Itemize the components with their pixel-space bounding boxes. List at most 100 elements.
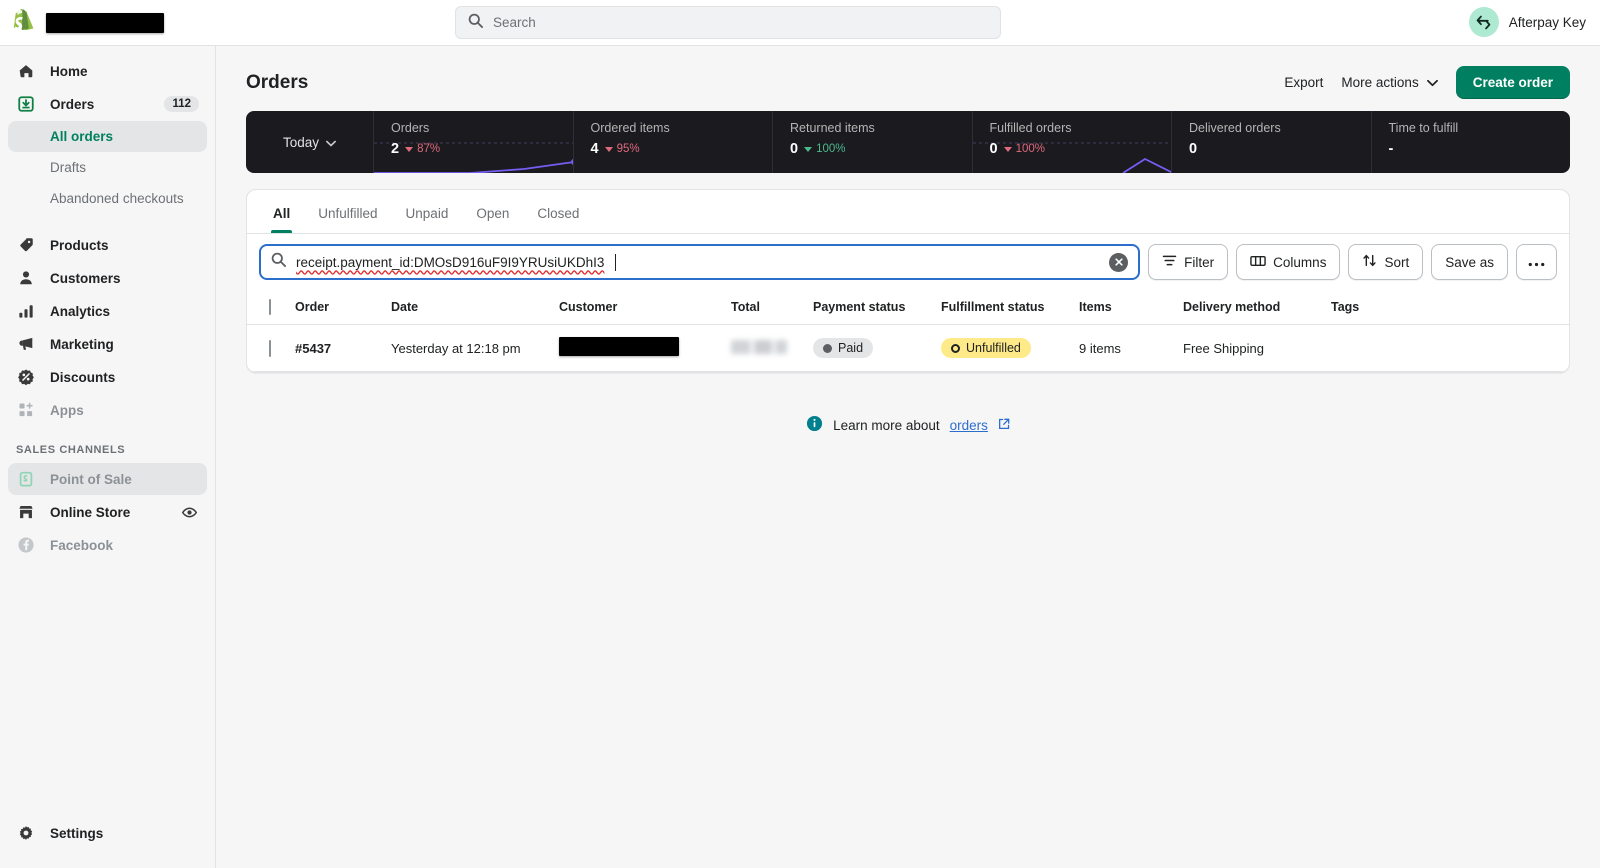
more-actions-label: More actions [1341,75,1418,90]
triangle-down-icon [605,147,613,152]
orders-table-head: Order Date Customer Total Payment status… [247,290,1569,325]
pos-icon [16,469,36,489]
eye-icon[interactable] [179,502,199,522]
learn-more-prefix: Learn more about [833,418,940,433]
sidebar-item-label: Facebook [50,538,113,553]
main-content: Orders Export More actions Create order … [216,46,1600,868]
sidebar-item-label: Home [50,64,88,79]
clear-search-icon[interactable] [1109,253,1128,272]
facebook-icon [16,535,36,555]
gear-icon [16,823,36,843]
column-header-payment-status: Payment status [813,290,941,325]
chevron-down-icon [1427,75,1438,90]
payment-status-label: Paid [838,341,863,355]
more-actions-button[interactable]: More actions [1341,75,1437,90]
metric-card-fulfilled-orders[interactable]: Fulfilled orders 0 100% [973,111,1173,173]
select-all-checkbox[interactable] [269,299,271,315]
orders-inbox-icon [16,94,36,114]
sidebar-subitem-all-orders[interactable]: All orders [8,121,207,152]
sidebar-item-label: Marketing [50,337,114,352]
triangle-down-icon [1004,147,1012,152]
global-search-input[interactable]: Search [455,6,1001,39]
person-icon [16,268,36,288]
status-badge-unfulfilled: Unfulfilled [941,338,1031,358]
tab-closed[interactable]: Closed [525,198,591,233]
tab-label: Unfulfilled [318,206,377,221]
filled-dot-icon [823,344,832,353]
sidebar-item-apps[interactable]: Apps [8,394,207,426]
sort-button-label: Sort [1384,255,1409,270]
user-menu[interactable]: Afterpay Key [1469,7,1586,37]
metric-delta-value: 100% [1016,143,1045,155]
metric-card-orders[interactable]: Orders 2 87% [374,111,574,173]
cell-payment-status: Paid [813,325,941,372]
metric-delta: 100% [1004,143,1045,155]
orders-search-input[interactable]: receipt.payment_id:DMOsD916uF9I9YRUsiUKD… [259,244,1140,280]
table-header-row: Order Date Customer Total Payment status… [247,290,1569,325]
tab-label: All [273,206,290,221]
filter-lines-icon [1162,253,1177,271]
sidebar-item-settings[interactable]: Settings [8,817,207,849]
storefront-icon [16,502,36,522]
sidebar-subitem-abandoned-checkouts[interactable]: Abandoned checkouts [8,183,207,214]
sidebar-item-customers[interactable]: Customers [8,262,207,294]
metric-card-delivered-orders[interactable]: Delivered orders 0 [1172,111,1372,173]
tab-open[interactable]: Open [464,198,521,233]
sidebar-item-label: Customers [50,271,121,286]
apps-grid-plus-icon [16,400,36,420]
sidebar-item-discounts[interactable]: Discounts [8,361,207,393]
sidebar-item-orders[interactable]: Orders 112 [8,88,207,120]
external-link-icon [998,418,1010,433]
sort-button[interactable]: Sort [1348,244,1423,280]
columns-button[interactable]: Columns [1236,244,1340,280]
orders-help-link[interactable]: orders [950,418,988,433]
export-button[interactable]: Export [1284,75,1323,90]
sidebar-item-point-of-sale[interactable]: Point of Sale [8,463,207,495]
filter-button[interactable]: Filter [1148,244,1228,280]
cell-order[interactable]: #5437 [295,325,391,372]
sidebar-item-products[interactable]: Products [8,229,207,261]
learn-more-row: Learn more about orders [216,415,1600,435]
tab-unfulfilled[interactable]: Unfulfilled [306,198,389,233]
create-order-button[interactable]: Create order [1456,66,1570,99]
sidebar-item-facebook[interactable]: Facebook [8,529,207,561]
metric-value: 0 [790,141,798,157]
metric-card-time-to-fulfill[interactable]: Time to fulfill - [1372,111,1571,173]
table-row[interactable]: #5437 Yesterday at 12:18 pm Paid [247,325,1569,372]
metric-card-returned-items[interactable]: Returned items 0 100% [773,111,973,173]
metric-card-ordered-items[interactable]: Ordered items 4 95% [574,111,774,173]
column-header-customer: Customer [559,290,731,325]
shopify-bag-logo-icon [10,9,36,37]
ellipsis-icon [1528,255,1545,270]
sales-channels-heading: SALES CHANNELS [0,438,215,462]
filter-button-label: Filter [1184,255,1214,270]
ring-dot-icon [951,344,960,353]
sidebar-item-marketing[interactable]: Marketing [8,328,207,360]
brand-area[interactable] [0,9,216,37]
orders-table-body: #5437 Yesterday at 12:18 pm Paid [247,325,1569,372]
tab-label: Closed [537,206,579,221]
sidebar-item-online-store[interactable]: Online Store [8,496,207,528]
triangle-down-icon [405,147,413,152]
sidebar-item-label: Discounts [50,370,115,385]
tab-all[interactable]: All [261,198,302,233]
total-blurred [731,340,787,354]
tab-unpaid[interactable]: Unpaid [394,198,461,233]
filter-toolbar: receipt.payment_id:DMOsD916uF9I9YRUsiUKD… [247,234,1569,290]
metric-delta: 87% [405,143,440,155]
sidebar: Home Orders 112 All orders Drafts Abando… [0,46,216,868]
row-checkbox[interactable] [269,340,271,357]
search-icon [468,13,483,33]
sidebar-item-analytics[interactable]: Analytics [8,295,207,327]
sidebar-item-home[interactable]: Home [8,55,207,87]
metric-value-row: 2 87% [391,141,573,157]
more-options-button[interactable] [1516,244,1557,280]
metric-value-row: 4 95% [591,141,773,157]
save-as-button[interactable]: Save as [1431,244,1508,280]
spacer [0,214,215,228]
date-range-selector[interactable]: Today [246,111,374,173]
sidebar-subitem-drafts[interactable]: Drafts [8,152,207,183]
save-as-button-label: Save as [1445,255,1494,270]
tag-icon [16,235,36,255]
metric-value: 0 [990,141,998,157]
